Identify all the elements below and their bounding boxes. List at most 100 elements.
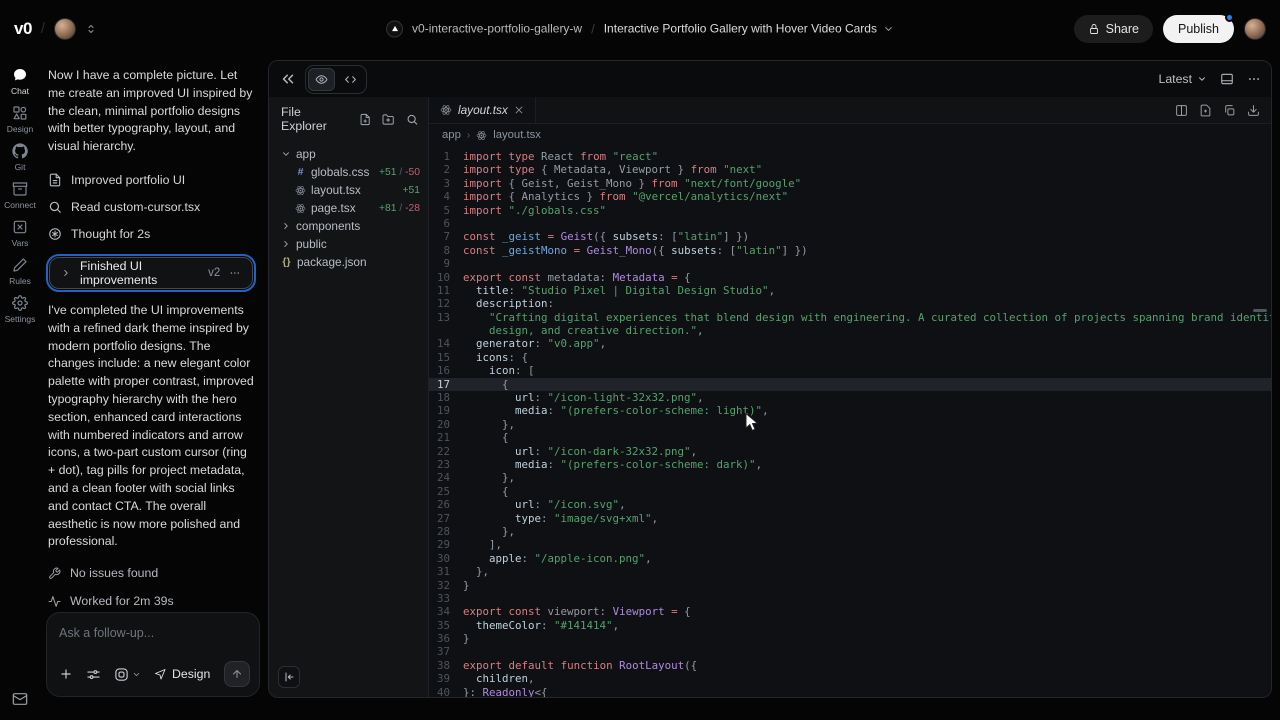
line-number: 10 (429, 271, 463, 284)
sliders-icon[interactable] (86, 667, 101, 682)
rail-item-connect[interactable]: Connect (0, 181, 40, 210)
react-icon (440, 104, 452, 116)
close-icon[interactable] (514, 105, 524, 115)
document-icon (48, 173, 62, 187)
share-button[interactable]: Share (1074, 15, 1153, 43)
line-number (429, 324, 463, 337)
collapse-panel-icon[interactable] (279, 70, 297, 88)
thought-icon (48, 227, 62, 241)
mail-icon[interactable] (12, 691, 28, 707)
code-line: 15 icons: { (429, 351, 1271, 364)
chevron-updown-icon[interactable] (85, 23, 97, 35)
breadcrumb-app[interactable]: app (442, 129, 461, 141)
code-line: 32} (429, 579, 1271, 592)
code-line: 39 children, (429, 672, 1271, 685)
collapse-explorer-button[interactable] (278, 666, 300, 688)
line-content: description: (463, 297, 554, 310)
status-label: No issues found (70, 566, 158, 580)
task-item[interactable]: Read custom-cursor.tsx (48, 194, 254, 221)
version-selector[interactable]: Latest (1159, 72, 1208, 86)
code-toggle[interactable] (337, 68, 364, 91)
composer[interactable]: Design (46, 612, 260, 697)
line-number: 18 (429, 391, 463, 404)
split-view-icon[interactable] (1175, 104, 1188, 117)
code-line: 10export const metadata: Metadata = { (429, 271, 1271, 284)
user-avatar[interactable] (1244, 18, 1266, 40)
rail-item-git[interactable]: Git (0, 143, 40, 172)
more-icon[interactable] (229, 266, 241, 280)
new-folder-icon[interactable] (382, 113, 394, 126)
download-icon[interactable] (1247, 104, 1260, 117)
more-icon[interactable] (1247, 72, 1261, 86)
rail-item-label: Vars (12, 238, 29, 248)
task-item[interactable]: Thought for 2s (48, 221, 254, 248)
tree-item-package-json[interactable]: {}package.json (269, 253, 428, 271)
code-editor[interactable]: 1import type React from "react"2import t… (429, 146, 1271, 697)
followup-input[interactable] (59, 626, 247, 640)
tree-item-public[interactable]: public (269, 235, 428, 253)
rail-item-settings[interactable]: Settings (0, 295, 40, 324)
line-number: 11 (429, 284, 463, 297)
line-number: 4 (429, 190, 463, 203)
view-toggle-group (305, 65, 367, 94)
line-content: }, (463, 565, 489, 578)
chat-title-dropdown[interactable]: Interactive Portfolio Gallery with Hover… (604, 22, 894, 36)
tree-item-layout-tsx[interactable]: layout.tsx+51 (269, 181, 428, 199)
line-number: 33 (429, 592, 463, 605)
topbar-right: Share Publish (1074, 15, 1266, 43)
send-button[interactable] (224, 661, 250, 687)
tree-item-globals-css[interactable]: #globals.css+51 / -50 (269, 163, 428, 181)
copy-icon[interactable] (1223, 104, 1236, 117)
browser-window-icon[interactable] (1220, 72, 1234, 86)
preview-toggle[interactable] (308, 68, 335, 91)
publish-button[interactable]: Publish (1163, 15, 1234, 43)
tree-item-app[interactable]: app (269, 145, 428, 163)
code-line: 36} (429, 632, 1271, 645)
plus-icon[interactable] (59, 667, 73, 681)
line-content: generator: "v0.app", (463, 337, 606, 350)
topbar-left: v0 / (14, 18, 97, 40)
project-name[interactable]: v0-interactive-portfolio-gallery-w (412, 22, 582, 36)
tree-item-components[interactable]: components (269, 217, 428, 235)
tree-item-page-tsx[interactable]: page.tsx+81 / -28 (269, 199, 428, 217)
editor-panel: Latest File Explorer app#globals.css+51 … (268, 60, 1272, 698)
wrench-icon (48, 567, 61, 580)
rail-item-chat[interactable]: Chat (0, 67, 40, 96)
assistant-message-2: I've completed the UI improvements with … (48, 302, 254, 551)
nav-rail: Chat Design Git Connect Vars Rules Settings (0, 57, 40, 720)
css-icon: # (295, 166, 306, 178)
tab-layout-tsx[interactable]: layout.tsx (429, 97, 536, 123)
file-diff-icon[interactable] (1199, 104, 1212, 117)
new-file-icon[interactable] (359, 113, 371, 126)
line-number: 29 (429, 538, 463, 551)
line-number: 30 (429, 552, 463, 565)
code-column: layout.tsx app › layout.tsx 1import type… (429, 97, 1271, 697)
chevron-down-icon (281, 149, 291, 159)
line-content: export default function RootLayout({ (463, 659, 697, 672)
version-card[interactable]: Finished UI improvements v2 (49, 257, 253, 289)
model-selector[interactable] (114, 667, 141, 682)
code-line: 23 media: "(prefers-color-scheme: dark)"… (429, 458, 1271, 471)
version-card-label: Finished UI improvements (80, 259, 199, 287)
task-item[interactable]: Improved portfolio UI (48, 167, 254, 194)
code-line: 13 "Crafting digital experiences that bl… (429, 311, 1271, 324)
rail-item-rules[interactable]: Rules (0, 257, 40, 286)
breadcrumb: v0-interactive-portfolio-gallery-w / Int… (386, 20, 894, 37)
design-mode-chip[interactable]: Design (154, 667, 210, 681)
chevron-down-icon (1197, 74, 1207, 84)
code-line: 19 media: "(prefers-color-scheme: light)… (429, 404, 1271, 417)
code-line: 31 }, (429, 565, 1271, 578)
breadcrumb-file[interactable]: layout.tsx (493, 129, 541, 141)
code-line: 27 type: "image/svg+xml", (429, 512, 1271, 525)
line-number: 20 (429, 418, 463, 431)
lock-icon (1088, 23, 1100, 35)
line-content: "Crafting digital experiences that blend… (463, 311, 1271, 324)
rail-item-design[interactable]: Design (0, 105, 40, 134)
team-avatar[interactable] (54, 18, 76, 40)
search-icon[interactable] (406, 113, 418, 126)
line-number: 31 (429, 565, 463, 578)
collapse-left-icon (283, 671, 295, 683)
task-label: Read custom-cursor.tsx (71, 200, 200, 214)
rail-item-vars[interactable]: Vars (0, 219, 40, 248)
line-number: 5 (429, 204, 463, 217)
